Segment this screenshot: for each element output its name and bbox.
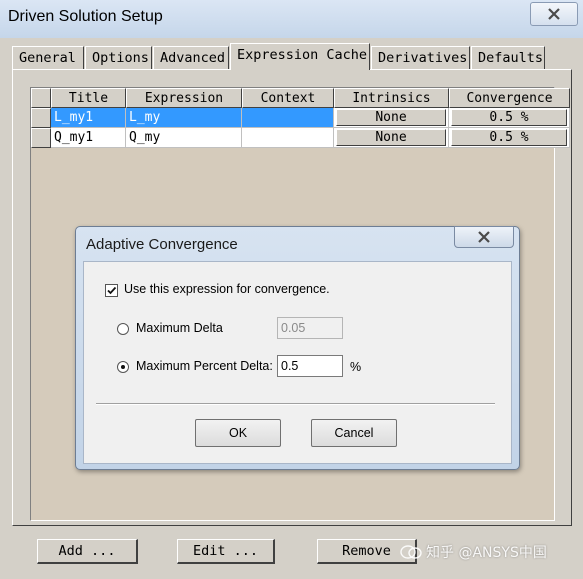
table-row[interactable]: Q_my1 Q_my None 0.5 %: [31, 128, 570, 148]
max-delta-field[interactable]: 0.05: [277, 317, 343, 339]
close-icon: [548, 8, 560, 20]
window-title: Driven Solution Setup: [8, 8, 163, 25]
row-header[interactable]: [31, 108, 51, 128]
tab-general[interactable]: General: [12, 46, 84, 69]
cell-title[interactable]: Q_my1: [51, 128, 126, 148]
intrinsics-button[interactable]: None: [336, 109, 446, 126]
cell-intrinsics-container: None: [334, 108, 449, 128]
column-header-convergence[interactable]: Convergence: [449, 88, 570, 108]
checkmark-icon: [107, 286, 117, 295]
watermark: 知乎 @ANSYS中国: [400, 541, 547, 563]
tab-expression-cache[interactable]: Expression Cache: [230, 43, 370, 70]
ok-button[interactable]: OK: [195, 419, 281, 447]
tab-derivatives[interactable]: Derivatives: [371, 46, 470, 69]
row-header[interactable]: [31, 128, 51, 148]
column-header-expression[interactable]: Expression: [126, 88, 242, 108]
dialog-content: Use this expression for convergence. Max…: [83, 261, 512, 464]
tab-derivatives-label: Derivatives: [378, 50, 468, 66]
window-close-button[interactable]: [530, 2, 578, 26]
window-titlebar: Driven Solution Setup: [0, 0, 583, 39]
edit-button[interactable]: Edit ...: [177, 539, 275, 564]
table-row[interactable]: L_my1 L_my None 0.5 %: [31, 108, 570, 128]
close-icon: [478, 231, 490, 243]
percent-unit-label: %: [350, 360, 362, 374]
column-header-intrinsics[interactable]: Intrinsics: [334, 88, 449, 108]
dialog-close-button[interactable]: [454, 226, 514, 248]
tab-advanced[interactable]: Advanced: [153, 46, 229, 69]
adaptive-convergence-dialog: Adaptive Convergence Use this expression…: [75, 226, 520, 470]
tab-general-label: General: [19, 50, 76, 66]
tab-defaults-label: Defaults: [478, 50, 544, 66]
column-header-title[interactable]: Title: [51, 88, 126, 108]
tab-options-label: Options: [92, 50, 149, 66]
dialog-title: Adaptive Convergence: [86, 236, 238, 253]
max-delta-label[interactable]: Maximum Delta: [136, 321, 224, 335]
max-percent-delta-label[interactable]: Maximum Percent Delta:: [136, 359, 273, 373]
tab-options[interactable]: Options: [85, 46, 152, 69]
cell-title[interactable]: L_my1: [51, 108, 126, 128]
max-percent-delta-radio[interactable]: [117, 361, 129, 373]
cell-context[interactable]: [242, 108, 334, 128]
dialog-separator: [96, 403, 495, 405]
use-expression-checkbox[interactable]: [105, 284, 118, 297]
convergence-button[interactable]: 0.5 %: [451, 109, 567, 126]
max-percent-delta-field[interactable]: 0.5: [277, 355, 343, 377]
cell-convergence-container: 0.5 %: [449, 108, 570, 128]
zhihu-logo-icon: [400, 545, 422, 559]
grid-header-row: Title Expression Context Intrinsics Conv…: [31, 88, 570, 108]
grid-corner: [31, 88, 51, 108]
max-delta-radio[interactable]: [117, 323, 129, 335]
tab-defaults[interactable]: Defaults: [471, 46, 545, 69]
intrinsics-button[interactable]: None: [336, 129, 446, 146]
use-expression-label[interactable]: Use this expression for convergence.: [124, 282, 330, 296]
tab-advanced-label: Advanced: [160, 50, 226, 66]
tab-expression-cache-label: Expression Cache: [237, 47, 368, 63]
cancel-button[interactable]: Cancel: [311, 419, 397, 447]
radio-selected-dot: [121, 365, 125, 369]
add-button[interactable]: Add ...: [37, 539, 138, 564]
cell-context[interactable]: [242, 128, 334, 148]
cell-expression[interactable]: Q_my: [126, 128, 242, 148]
cell-expression[interactable]: L_my: [126, 108, 242, 128]
convergence-button[interactable]: 0.5 %: [451, 129, 567, 146]
cell-intrinsics-container: None: [334, 128, 449, 148]
watermark-text: 知乎 @ANSYS中国: [426, 545, 547, 561]
column-header-context[interactable]: Context: [242, 88, 334, 108]
cell-convergence-container: 0.5 %: [449, 128, 570, 148]
